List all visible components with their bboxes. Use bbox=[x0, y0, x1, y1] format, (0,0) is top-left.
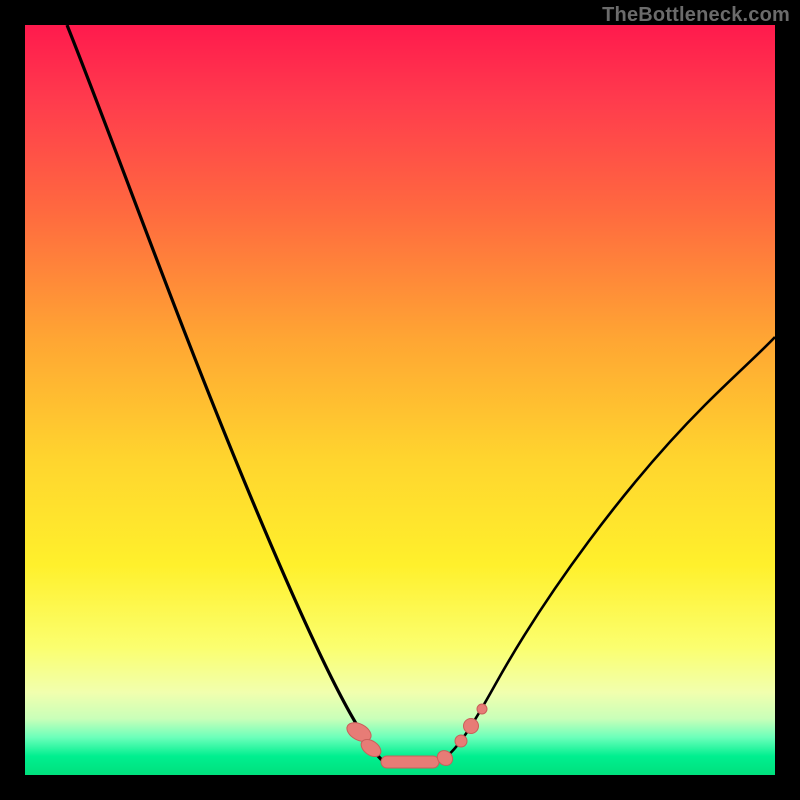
marker-bottom-bar bbox=[381, 756, 439, 768]
right-curve bbox=[440, 337, 775, 761]
left-curve bbox=[67, 25, 383, 761]
marker-dot-2 bbox=[455, 735, 467, 747]
plot-area bbox=[25, 25, 775, 775]
curves-svg bbox=[25, 25, 775, 775]
marker-dot-3 bbox=[464, 719, 479, 734]
marker-dot-4 bbox=[477, 704, 487, 714]
chart-frame: TheBottleneck.com bbox=[0, 0, 800, 800]
watermark-text: TheBottleneck.com bbox=[602, 4, 790, 27]
